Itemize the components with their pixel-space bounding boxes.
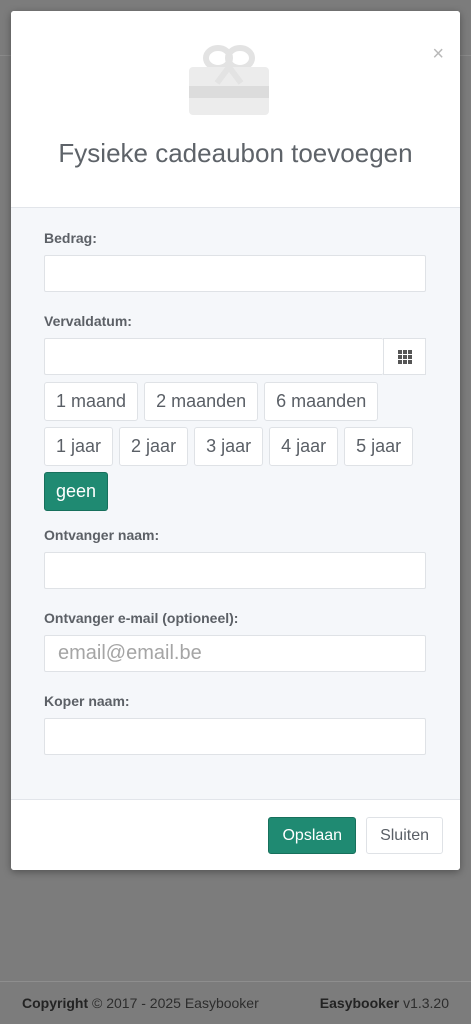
expiry-option-button[interactable]: 5 jaar	[344, 427, 414, 466]
copyright-label: Copyright	[22, 995, 89, 1011]
expiry-label: Vervaldatum:	[44, 313, 132, 329]
expiry-option-button[interactable]: 3 jaar	[194, 427, 264, 466]
recipient-email-group: Ontvanger e-mail (optioneel):	[44, 610, 427, 672]
modal-body: Bedrag: Vervaldatum: 1 maand 2 maanden 6 m…	[11, 208, 460, 799]
copyright-text: © 2017 - 2025 Easybooker	[92, 995, 259, 1011]
calendar-button[interactable]	[383, 338, 426, 375]
copyright: Copyright © 2017 - 2025 Easybooker	[22, 995, 259, 1011]
expiry-option-button[interactable]: 1 jaar	[44, 427, 114, 466]
close-button[interactable]: Sluiten	[366, 817, 443, 854]
expiry-option-button[interactable]: 4 jaar	[269, 427, 339, 466]
expiry-group: Vervaldatum: 1 maand 2 maanden 6 maanden 1 …	[44, 313, 427, 511]
recipient-email-input[interactable]	[44, 635, 426, 672]
amount-group: Bedrag:	[44, 230, 427, 292]
add-gift-voucher-modal: × Fysieke cadeaubon toevoegen Bedrag: Ve…	[11, 11, 460, 870]
calendar-grid-icon	[397, 349, 412, 364]
gift-icon	[189, 45, 269, 115]
buyer-name-group: Koper naam:	[44, 693, 427, 755]
expiry-option-button[interactable]: 2 maanden	[144, 382, 259, 421]
modal-header: × Fysieke cadeaubon toevoegen	[11, 11, 460, 208]
expiry-option-button[interactable]: 2 jaar	[119, 427, 189, 466]
recipient-name-label: Ontvanger naam:	[44, 527, 160, 543]
recipient-email-label: Ontvanger e-mail (optioneel):	[44, 610, 239, 626]
amount-input[interactable]	[44, 255, 426, 292]
expiry-quick-options: 1 maand 2 maanden 6 maanden 1 jaar 2 jaar 3 j…	[44, 382, 434, 511]
expiry-option-button[interactable]: 6 maanden	[264, 382, 379, 421]
amount-label: Bedrag:	[44, 230, 97, 246]
expiry-input-row	[44, 338, 427, 375]
expiry-option-button[interactable]: 1 maand	[44, 382, 139, 421]
modal-footer: Opslaan Sluiten	[11, 799, 460, 870]
expiry-date-input[interactable]	[44, 338, 383, 375]
recipient-name-group: Ontvanger naam:	[44, 527, 427, 589]
page-footer: Copyright © 2017 - 2025 Easybooker Easyb…	[0, 981, 471, 1024]
buyer-name-label: Koper naam:	[44, 693, 130, 709]
app-version: Easybooker v1.3.20	[320, 995, 449, 1011]
save-button[interactable]: Opslaan	[268, 817, 357, 854]
app-name: Easybooker	[319, 995, 400, 1011]
modal-title: Fysieke cadeaubon toevoegen	[58, 138, 413, 168]
expiry-option-button[interactable]: geen	[44, 472, 109, 511]
buyer-name-input[interactable]	[44, 718, 426, 755]
close-icon[interactable]: ×	[432, 44, 444, 64]
recipient-name-input[interactable]	[44, 552, 426, 589]
version-text: v1.3.20	[403, 995, 449, 1011]
